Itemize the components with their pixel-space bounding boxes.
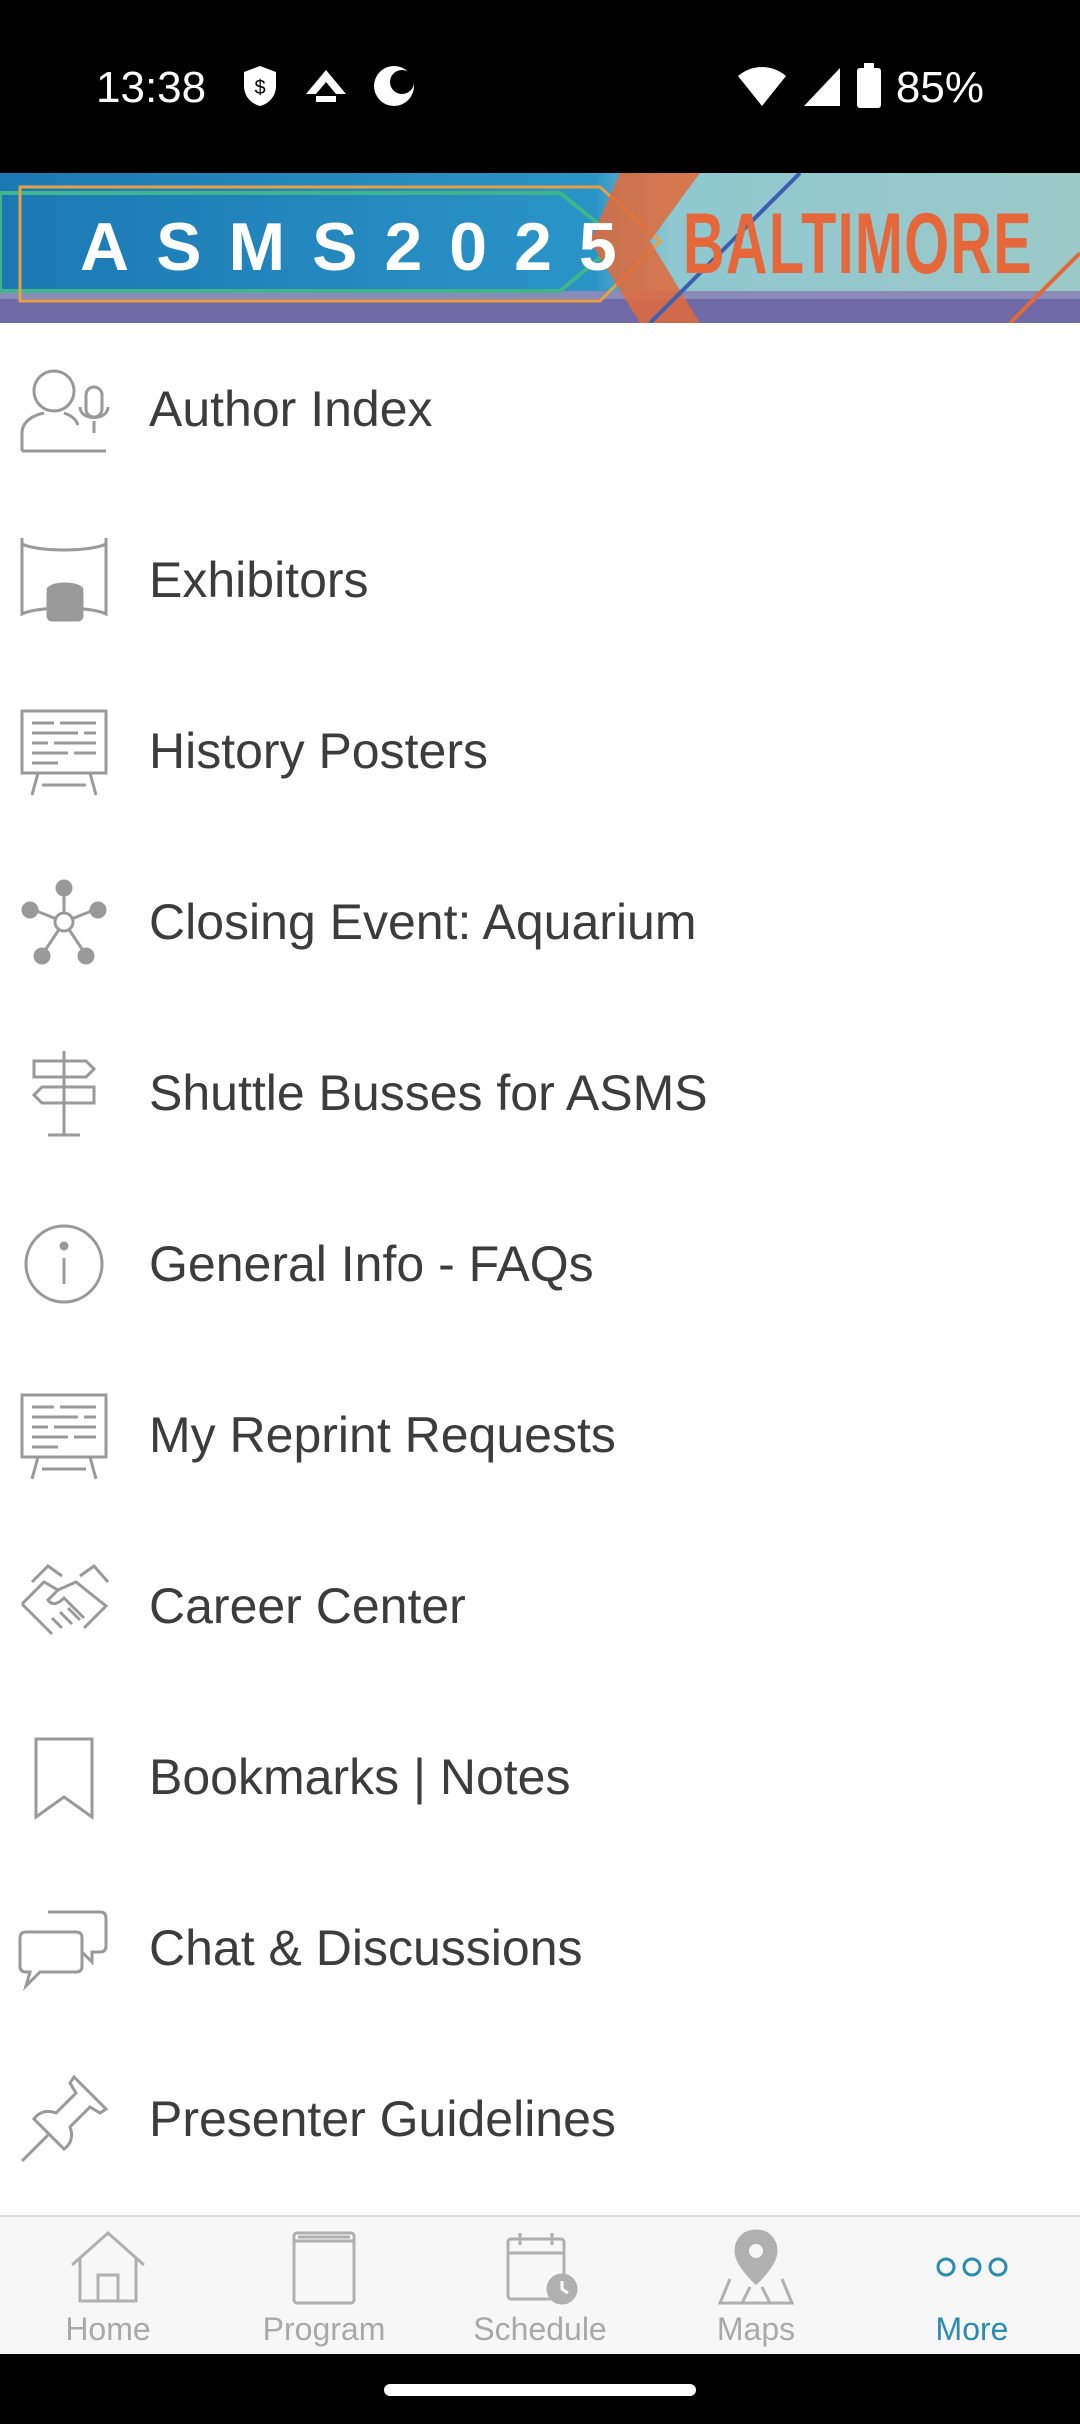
pushpin-icon xyxy=(18,2073,110,2165)
nav-home-label: Home xyxy=(65,2311,151,2347)
nav-maps-label: Maps xyxy=(716,2311,796,2347)
nav-program-label: Program xyxy=(262,2311,386,2347)
easel-icon xyxy=(18,1389,110,1481)
event-banner: ASMS2025 BALTIMORE xyxy=(0,173,1080,323)
bookmark-icon xyxy=(18,1731,110,1823)
menu-item-presenter-guidelines[interactable]: Presenter Guidelines xyxy=(0,2033,1080,2204)
menu-item-label: Presenter Guidelines xyxy=(149,2090,616,2147)
signpost-icon xyxy=(18,1047,110,1139)
nav-more[interactable]: More xyxy=(864,2217,1080,2354)
nav-schedule[interactable]: Schedule xyxy=(432,2217,648,2354)
status-icons-right: 85% xyxy=(736,60,984,116)
nav-maps[interactable]: Maps xyxy=(648,2217,864,2354)
easel-icon xyxy=(18,705,110,797)
menu-item-label: General Info - FAQs xyxy=(149,1235,594,1292)
status-icons-left: $ xyxy=(240,64,416,113)
status-time: 13:38 xyxy=(96,63,207,112)
network-icon xyxy=(18,876,110,968)
menu-item-label: Closing Event: Aquarium xyxy=(149,893,697,950)
map-pin-icon xyxy=(711,2227,801,2307)
author-mic-icon xyxy=(18,363,110,455)
bottom-nav: Home Program Schedule Maps More xyxy=(0,2215,1080,2354)
menu-item-bookmarks-notes[interactable]: Bookmarks | Notes xyxy=(0,1691,1080,1862)
banner-city-text: BALTIMORE xyxy=(683,196,1033,292)
shield-icon: $ xyxy=(240,64,280,113)
nav-home[interactable]: Home xyxy=(0,2217,216,2354)
battery-icon xyxy=(856,62,882,114)
menu-item-label: Shuttle Busses for ASMS xyxy=(149,1064,708,1121)
exhibitor-booth-icon xyxy=(18,534,110,626)
menu-item-shuttle-busses[interactable]: Shuttle Busses for ASMS xyxy=(0,1007,1080,1178)
menu-item-label: Exhibitors xyxy=(149,551,369,608)
menu-item-general-info[interactable]: General Info - FAQs xyxy=(0,1178,1080,1349)
menu-item-chat-discussions[interactable]: Chat & Discussions xyxy=(0,1862,1080,2033)
menu-item-label: History Posters xyxy=(149,722,488,779)
calendar-clock-icon xyxy=(495,2227,585,2307)
menu-item-author-index[interactable]: Author Index xyxy=(0,323,1080,494)
nav-more-label: More xyxy=(935,2311,1009,2347)
cell-signal-icon xyxy=(802,64,842,113)
arrow-up-icon xyxy=(302,66,350,111)
more-menu-list: Author Index Exhibitors History Posters … xyxy=(0,323,1080,2215)
status-bar: 13:38 $ 85% xyxy=(0,0,1080,173)
menu-item-history-posters[interactable]: History Posters xyxy=(0,665,1080,836)
nav-schedule-label: Schedule xyxy=(473,2311,607,2347)
menu-item-label: Bookmarks | Notes xyxy=(149,1748,571,1805)
home-icon xyxy=(63,2227,153,2307)
banner-event-text: ASMS2025 xyxy=(80,209,644,285)
menu-item-label: My Reprint Requests xyxy=(149,1406,616,1463)
menu-item-label: Author Index xyxy=(149,380,433,437)
gesture-bar xyxy=(0,2354,1080,2424)
book-icon xyxy=(279,2227,369,2307)
chat-bubbles-icon xyxy=(18,1902,110,1994)
menu-item-career-center[interactable]: Career Center xyxy=(0,1520,1080,1691)
info-icon xyxy=(18,1218,110,1310)
menu-item-exhibitors[interactable]: Exhibitors xyxy=(0,494,1080,665)
battery-percent: 85% xyxy=(895,63,984,112)
moon-icon xyxy=(372,64,416,113)
handshake-icon xyxy=(18,1560,110,1652)
nav-program[interactable]: Program xyxy=(216,2217,432,2354)
menu-item-label: Chat & Discussions xyxy=(149,1919,583,1976)
wifi-icon xyxy=(736,64,788,113)
menu-item-label: Career Center xyxy=(149,1577,466,1634)
home-gesture-handle[interactable] xyxy=(384,2384,696,2396)
menu-item-reprint-requests[interactable]: My Reprint Requests xyxy=(0,1349,1080,1520)
svg-text:$: $ xyxy=(254,77,265,99)
menu-item-closing-event[interactable]: Closing Event: Aquarium xyxy=(0,836,1080,1007)
more-dots-icon xyxy=(927,2227,1017,2307)
